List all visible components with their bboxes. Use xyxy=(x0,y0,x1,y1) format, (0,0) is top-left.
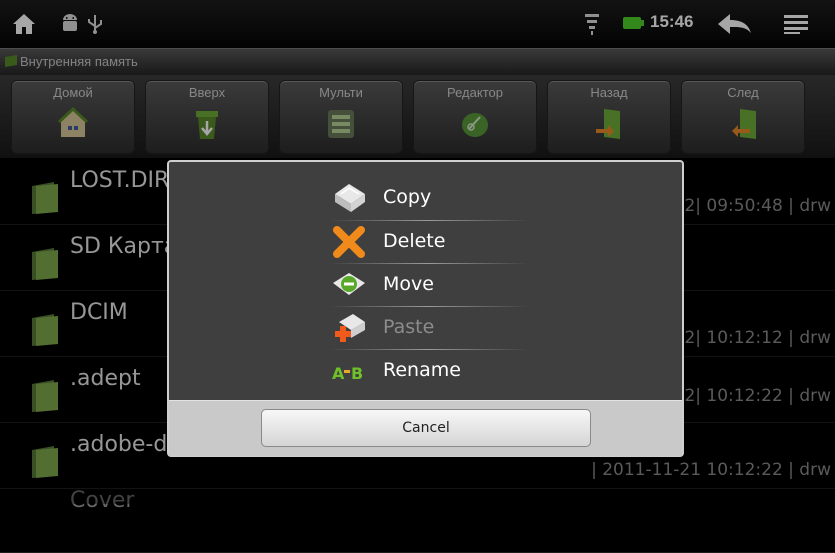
menu-item-label: Move xyxy=(383,273,434,295)
paste-icon xyxy=(335,314,365,342)
move-menu-item[interactable]: Move xyxy=(327,263,557,307)
rename-icon: A B xyxy=(332,364,363,383)
dialog-footer: Cancel xyxy=(169,400,682,456)
menu-item-label: Copy xyxy=(383,186,432,208)
copy-icon xyxy=(335,184,365,212)
menu-item-label: Rename xyxy=(383,359,461,381)
menu-item-label: Delete xyxy=(383,230,446,252)
paste-menu-item[interactable]: Paste xyxy=(327,306,557,350)
delete-icon xyxy=(333,226,365,258)
svg-text:A: A xyxy=(332,364,345,383)
svg-text:B: B xyxy=(351,364,363,383)
rename-menu-item[interactable]: A B Rename xyxy=(327,349,557,393)
menu-item-label: Paste xyxy=(383,316,435,338)
copy-menu-item[interactable]: Copy xyxy=(327,176,557,220)
cancel-button[interactable]: Cancel xyxy=(261,409,591,447)
delete-menu-item[interactable]: Delete xyxy=(327,220,557,264)
move-icon xyxy=(333,273,365,295)
file-action-dialog: Copy Delete Move Paste A B Rename Cancel xyxy=(167,160,684,457)
